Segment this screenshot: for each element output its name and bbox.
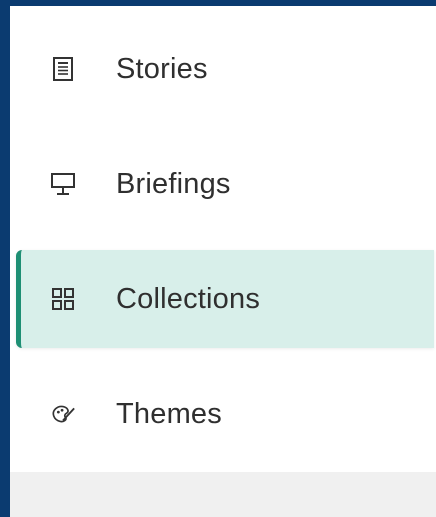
grid-icon (50, 286, 76, 312)
sidebar-item-themes[interactable]: Themes (16, 365, 434, 463)
sidebar-item-label: Themes (116, 397, 222, 430)
sidebar-footer-area (10, 472, 436, 517)
sidebar-nav: Stories Briefings Collections Themes (10, 6, 436, 517)
presentation-icon (50, 171, 76, 197)
window-frame-left (0, 0, 10, 517)
palette-icon (50, 401, 76, 427)
document-icon (50, 56, 76, 82)
sidebar-item-briefings[interactable]: Briefings (16, 135, 434, 233)
sidebar-item-label: Stories (116, 52, 208, 85)
sidebar-item-collections[interactable]: Collections (16, 250, 434, 348)
sidebar-item-stories[interactable]: Stories (16, 20, 434, 118)
sidebar-item-label: Collections (116, 282, 261, 315)
sidebar-item-label: Briefings (116, 167, 231, 200)
